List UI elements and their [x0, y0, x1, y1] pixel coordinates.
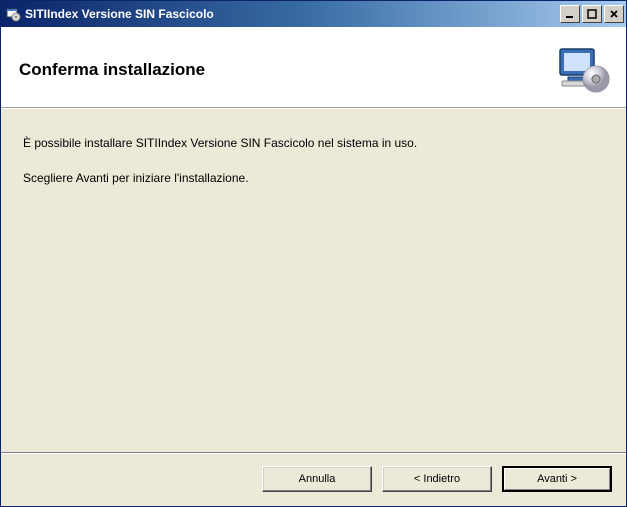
window-title: SITIIndex Versione SIN Fascicolo: [25, 7, 560, 21]
content-area: È possibile installare SITIIndex Version…: [1, 109, 626, 452]
next-button[interactable]: Avanti >: [502, 466, 612, 492]
content-text-1: È possibile installare SITIIndex Version…: [23, 135, 604, 152]
content-text-2: Scegliere Avanti per iniziare l'installa…: [23, 170, 604, 187]
titlebar: SITIIndex Versione SIN Fascicolo: [1, 1, 626, 27]
installer-window: SITIIndex Versione SIN Fascicolo Conferm…: [0, 0, 627, 507]
cancel-button[interactable]: Annulla: [262, 466, 372, 492]
window-controls: [560, 5, 624, 23]
page-title: Conferma installazione: [19, 60, 205, 80]
close-button[interactable]: [604, 5, 624, 23]
back-button[interactable]: < Indietro: [382, 466, 492, 492]
header-panel: Conferma installazione: [1, 27, 626, 108]
minimize-button[interactable]: [560, 5, 580, 23]
installer-icon: [556, 45, 612, 95]
button-row: Annulla < Indietro Avanti >: [1, 453, 626, 506]
app-icon: [5, 6, 21, 22]
maximize-button[interactable]: [582, 5, 602, 23]
